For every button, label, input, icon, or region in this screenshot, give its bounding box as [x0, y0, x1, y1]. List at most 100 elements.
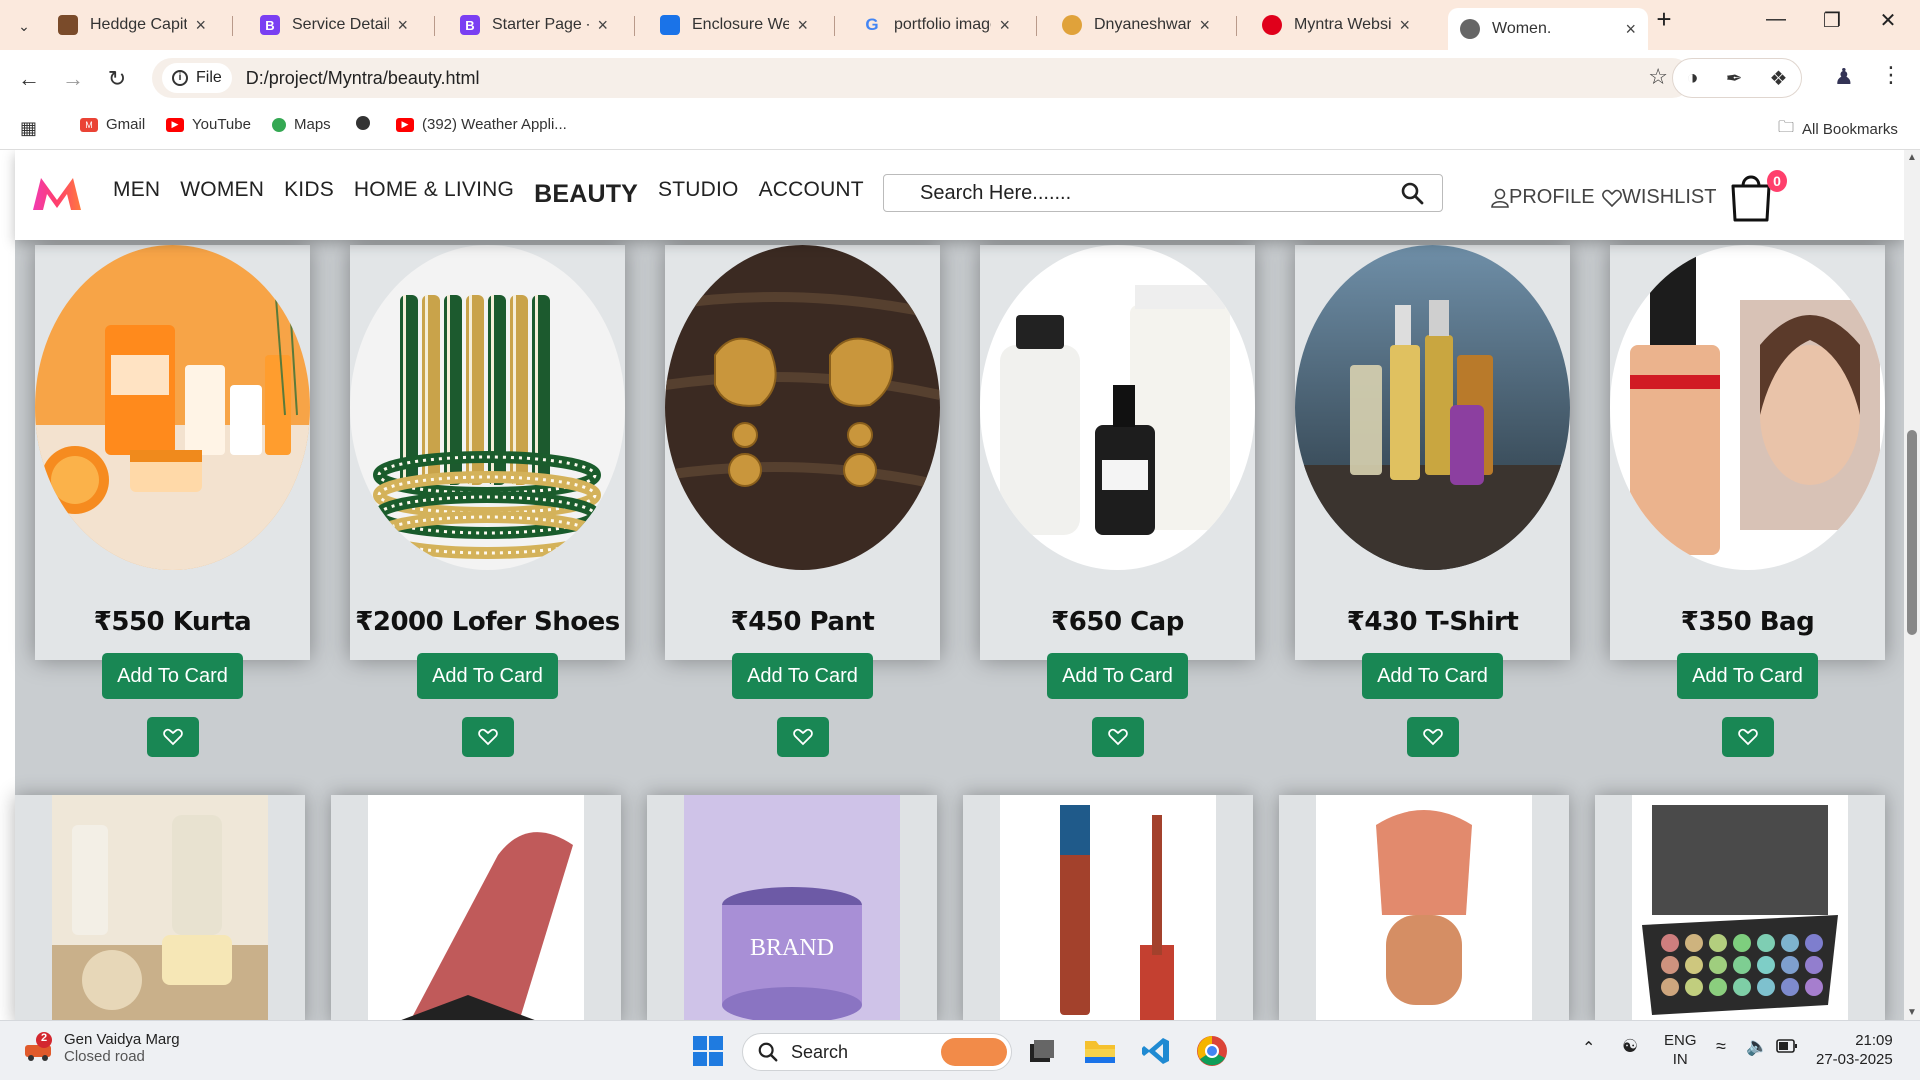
- profile-link[interactable]: PROFILE: [1491, 186, 1595, 209]
- windows-start-icon[interactable]: [690, 1033, 726, 1069]
- nav-men[interactable]: MEN: [113, 178, 160, 205]
- bookmark-item[interactable]: M Gmail: [80, 116, 145, 133]
- add-to-cart-button[interactable]: Add To Card: [1362, 653, 1503, 699]
- tab-close-icon[interactable]: ×: [1625, 19, 1636, 40]
- product-image-perfume-bottles[interactable]: [1295, 245, 1570, 570]
- url-text[interactable]: D:/project/Myntra/beauty.html: [246, 68, 480, 89]
- product-image-gold-peacock-earrings[interactable]: [665, 245, 940, 570]
- wishlist-button[interactable]: [462, 717, 514, 757]
- wishlist-button[interactable]: [1092, 717, 1144, 757]
- more-menu-icon[interactable]: ⋮: [1880, 62, 1902, 88]
- vscode-icon[interactable]: [1138, 1033, 1174, 1069]
- wishlist-button[interactable]: [147, 717, 199, 757]
- show-hidden-icons-chevron-icon[interactable]: ⌃: [1582, 1039, 1595, 1058]
- wishlist-button[interactable]: [1407, 717, 1459, 757]
- profile-avatar-icon[interactable]: ♟: [1834, 64, 1854, 90]
- nav-women[interactable]: WOMEN: [180, 178, 264, 205]
- tab-search-chevron-icon[interactable]: ⌄: [10, 12, 38, 40]
- tab-close-icon[interactable]: ×: [195, 15, 206, 36]
- wishlist-button[interactable]: [777, 717, 829, 757]
- minimize-icon[interactable]: —: [1756, 8, 1796, 31]
- add-to-cart-button[interactable]: Add To Card: [1047, 653, 1188, 699]
- new-tab-icon[interactable]: +: [1644, 4, 1684, 35]
- reload-icon[interactable]: ↻: [102, 64, 132, 94]
- product-card: ₹650 Cap Add To Card: [980, 245, 1255, 757]
- nav-studio[interactable]: STUDIO: [658, 178, 739, 205]
- back-icon[interactable]: ←: [14, 64, 44, 94]
- add-to-cart-button[interactable]: Add To Card: [102, 653, 243, 699]
- wishlist-button[interactable]: [1722, 717, 1774, 757]
- bookmark-item[interactable]: [356, 116, 378, 130]
- browser-tab[interactable]: Enclosure Websi ×: [648, 8, 820, 42]
- site-info-chip[interactable]: i File: [162, 63, 232, 93]
- browser-tab[interactable]: B Starter Page - iP ×: [448, 8, 620, 42]
- tab-close-icon[interactable]: ×: [597, 15, 608, 36]
- bookmark-item[interactable]: ▶ (392) Weather Appli...: [396, 116, 567, 133]
- product-image-orange-skincare-products[interactable]: [35, 245, 310, 570]
- eyedropper-icon[interactable]: ✒: [1726, 66, 1743, 91]
- nav-kids[interactable]: KIDS: [284, 178, 334, 205]
- task-view-icon[interactable]: [1024, 1033, 1060, 1069]
- nav-home-living[interactable]: HOME & LIVING: [354, 178, 514, 205]
- product-image-brand-cream-jar[interactable]: BRAND: [684, 795, 900, 1020]
- bookmark-item[interactable]: Maps: [272, 116, 331, 133]
- file-explorer-icon[interactable]: [1082, 1033, 1118, 1069]
- browser-tab[interactable]: B Service Details - ×: [248, 8, 420, 42]
- forward-icon[interactable]: →: [58, 64, 88, 94]
- weather-widget[interactable]: 2 Gen Vaidya Marg Closed road: [22, 1031, 180, 1065]
- bookmark-item[interactable]: ▶ YouTube: [166, 116, 251, 133]
- traffic-alert-icon: 2: [22, 1031, 56, 1065]
- nav-beauty[interactable]: BEAUTY: [534, 180, 638, 209]
- myntra-logo-icon[interactable]: [31, 174, 83, 212]
- all-bookmarks[interactable]: 🗀 All Bookmarks: [1778, 116, 1898, 143]
- taskbar-search[interactable]: Search: [742, 1033, 1012, 1071]
- add-to-cart-button[interactable]: Add To Card: [417, 653, 558, 699]
- browser-tab[interactable]: Women. ×: [1448, 8, 1648, 50]
- product-image-soap-bath-products[interactable]: [52, 795, 268, 1020]
- browser-tab[interactable]: Dnyaneshwari P ×: [1050, 8, 1222, 42]
- chrome-icon[interactable]: [1194, 1033, 1230, 1069]
- page-scrollbar[interactable]: ▲ ▼: [1904, 150, 1920, 1020]
- browser-tab[interactable]: Gportfolio images ×: [850, 8, 1022, 42]
- add-to-cart-button[interactable]: Add To Card: [1677, 653, 1818, 699]
- language-indicator[interactable]: ENG IN: [1664, 1031, 1697, 1069]
- product-tile: [1279, 795, 1569, 1020]
- bookmark-star-icon[interactable]: ☆: [1648, 64, 1668, 90]
- browser-tab[interactable]: Myntra Website ×: [1250, 8, 1422, 42]
- product-image-green-pearl-bangles[interactable]: [350, 245, 625, 570]
- product-image-kiro-lip-gloss[interactable]: [1000, 795, 1216, 1020]
- scrollbar-thumb[interactable]: [1907, 430, 1917, 635]
- product-image-makeup-brush[interactable]: [1316, 795, 1532, 1020]
- tab-close-icon[interactable]: ×: [797, 15, 808, 36]
- puzzle-icon[interactable]: ❖: [1770, 66, 1788, 91]
- battery-icon[interactable]: [1776, 1039, 1798, 1058]
- close-window-icon[interactable]: ✕: [1868, 8, 1908, 33]
- svg-text:BRAND: BRAND: [750, 935, 834, 961]
- restore-icon[interactable]: ❐: [1812, 8, 1852, 33]
- tab-close-icon[interactable]: ×: [1199, 15, 1210, 36]
- tab-close-icon[interactable]: ×: [1399, 15, 1410, 36]
- tab-close-icon[interactable]: ×: [999, 15, 1010, 36]
- network-globe-icon[interactable]: ☯: [1622, 1037, 1638, 1056]
- weather-badge: 2: [40, 1032, 48, 1044]
- scroll-down-icon[interactable]: ▼: [1907, 1007, 1917, 1018]
- add-to-cart-button[interactable]: Add To Card: [732, 653, 873, 699]
- product-image-minimalist-serum-bottles[interactable]: [980, 245, 1255, 570]
- browser-tab[interactable]: Heddge Capitals ×: [46, 8, 218, 42]
- product-image-lipstick[interactable]: [368, 795, 584, 1020]
- wishlist-link[interactable]: WISHLIST: [1602, 186, 1716, 209]
- extension-circle-icon[interactable]: ◑: [1687, 67, 1699, 90]
- nav-account[interactable]: ACCOUNT: [759, 178, 864, 205]
- search-input[interactable]: [920, 181, 1380, 205]
- product-price-name: ₹350 Bag: [1680, 607, 1815, 637]
- product-image-foundation-bottle-model[interactable]: [1610, 245, 1885, 570]
- product-image-eyeshadow-palette[interactable]: [1632, 795, 1848, 1020]
- wifi-icon[interactable]: ≈: [1716, 1037, 1726, 1056]
- apps-grid-icon[interactable]: ▦: [20, 118, 37, 139]
- clock[interactable]: 21:09 27-03-2025: [1816, 1031, 1893, 1069]
- scroll-up-icon[interactable]: ▲: [1907, 152, 1917, 163]
- tab-close-icon[interactable]: ×: [397, 15, 408, 36]
- search-icon[interactable]: [1400, 181, 1424, 205]
- address-bar[interactable]: i File D:/project/Myntra/beauty.html ☆: [152, 58, 1692, 98]
- volume-icon[interactable]: 🔈: [1746, 1037, 1768, 1056]
